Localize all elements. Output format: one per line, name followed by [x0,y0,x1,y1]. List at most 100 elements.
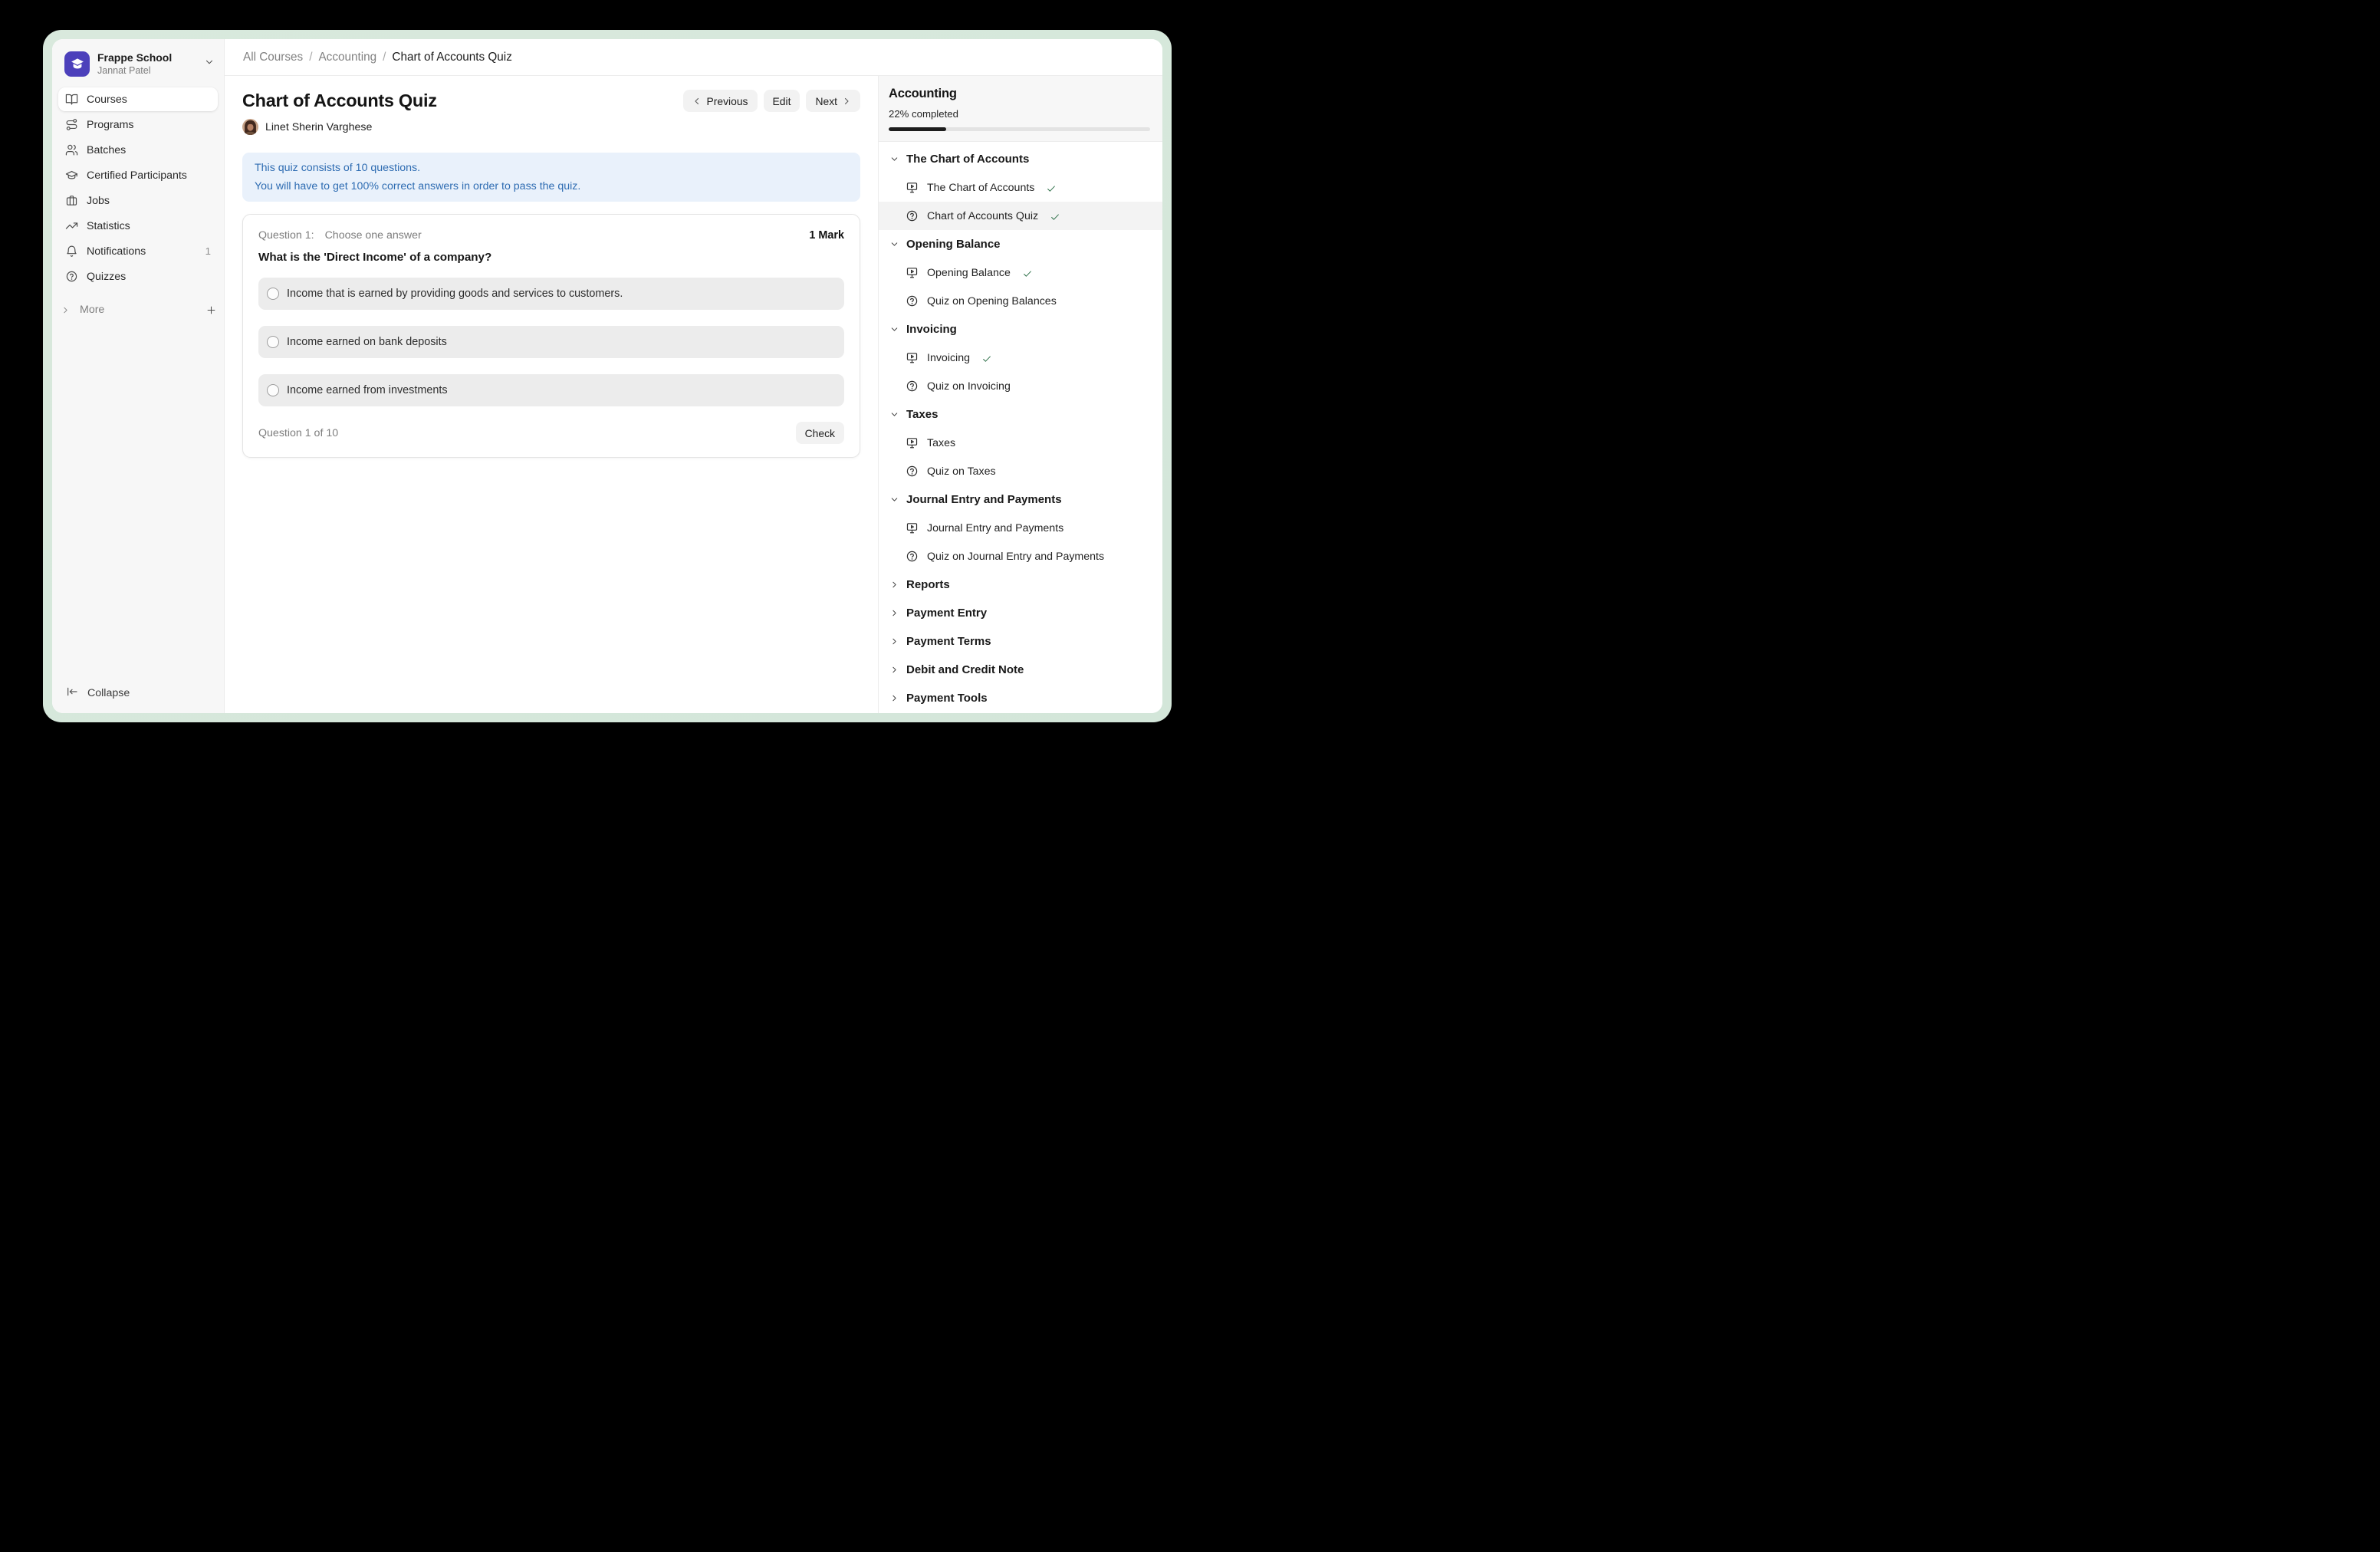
video-lesson-icon [906,181,919,194]
workspace-labels: Frappe School Jannat Patel [97,51,196,77]
frappe-school-app: Frappe School Jannat Patel CoursesProgra… [52,39,1162,713]
sidebar-item-notifications[interactable]: Notifications 1 [58,239,218,263]
chapter-title: Taxes [906,408,938,421]
sidebar-item-batches[interactable]: Batches [58,138,218,162]
outline-lesson-invoicing[interactable]: Invoicing [879,344,1162,372]
options-list: Income that is earned by providing goods… [258,278,844,406]
outline-lesson-taxes[interactable]: Taxes [879,429,1162,457]
sidebar-item-label: Statistics [87,220,130,232]
lesson-title: Chart of Accounts Quiz [927,210,1038,222]
answer-option-2[interactable]: Income earned on bank deposits [258,326,844,358]
radio-button[interactable] [267,384,279,396]
edit-button[interactable]: Edit [764,90,800,112]
outline-chapter-the-chart-of-accounts[interactable]: The Chart of Accounts [879,145,1162,173]
sidebar-item-statistics[interactable]: Statistics [58,214,218,238]
outline-chapter-payment-entry[interactable]: Payment Entry [879,599,1162,627]
author-name: Linet Sherin Varghese [265,121,372,133]
answer-option-1[interactable]: Income that is earned by providing goods… [258,278,844,310]
chevron-left-icon [692,97,702,106]
course-title: Accounting [889,87,1150,101]
add-item-button[interactable] [205,304,217,316]
lesson-title: Quiz on Taxes [927,465,996,478]
breadcrumb-separator: / [383,51,386,64]
content-row: Chart of Accounts Quiz Previous Edit [225,76,1162,713]
outline-lesson-the-chart-of-accounts[interactable]: The Chart of Accounts [879,173,1162,202]
sidebar-item-quizzes[interactable]: Quizzes [58,265,218,288]
chapter-title: Payment Terms [906,635,991,648]
answer-option-3[interactable]: Income earned from investments [258,374,844,406]
course-progress-bar [889,127,1150,131]
breadcrumb-separator: / [309,51,312,64]
graduation-cap-logo-icon [70,56,85,71]
sidebar-item-label: Batches [87,144,126,156]
quiz-icon [906,294,919,307]
completed-check-icon [1050,212,1060,222]
breadcrumb-accounting[interactable]: Accounting [318,51,376,64]
notification-count-badge: 1 [205,245,211,257]
outline-lesson-journal-entry-and-payments[interactable]: Journal Entry and Payments [879,514,1162,542]
quiz-icon [906,380,919,393]
help-circle-icon [65,270,78,283]
outline-chapter-debit-and-credit-note[interactable]: Debit and Credit Note [879,656,1162,684]
question-number-label: Question 1: [258,229,314,242]
course-progress-fill [889,127,946,131]
outline-lesson-quiz-on-journal-entry-and-payments[interactable]: Quiz on Journal Entry and Payments [879,542,1162,570]
next-button[interactable]: Next [806,90,860,112]
completed-check-icon [1046,183,1057,194]
outline-lesson-quiz-on-opening-balances[interactable]: Quiz on Opening Balances [879,287,1162,315]
sidebar-spacer [52,321,224,675]
lesson-title: Quiz on Journal Entry and Payments [927,551,1104,563]
quiz-icon [906,465,919,478]
outline-chapter-payment-tools[interactable]: Payment Tools [879,684,1162,712]
course-panel-header: Accounting 22% completed [879,76,1162,142]
sidebar-item-courses[interactable]: Courses [58,87,218,111]
question-footer: Question 1 of 10 Check [258,422,844,444]
outline-lesson-chart-of-accounts-quiz[interactable]: Chart of Accounts Quiz [879,202,1162,230]
outline-chapter-reports[interactable]: Reports [879,570,1162,599]
collapse-sidebar-button[interactable]: Collapse [52,675,224,713]
sidebar-item-label: Certified Participants [87,169,187,182]
sidebar-item-label: Quizzes [87,271,126,283]
question-header: Question 1: Choose one answer 1 Mark [258,229,844,242]
chevron-down-icon [889,324,899,334]
radio-button[interactable] [267,288,279,300]
video-lesson-icon [906,266,919,279]
chapter-title: Payment Entry [906,607,987,620]
workspace-switcher[interactable]: Frappe School Jannat Patel [52,39,224,77]
outline-chapter-invoicing[interactable]: Invoicing [879,315,1162,344]
check-button[interactable]: Check [796,422,844,444]
outline-chapter-taxes[interactable]: Taxes [879,400,1162,429]
outline-lesson-quiz-on-invoicing[interactable]: Quiz on Invoicing [879,372,1162,400]
user-name: Jannat Patel [97,64,196,77]
route-icon [65,118,78,131]
outline-chapter-payment-terms[interactable]: Payment Terms [879,627,1162,656]
breadcrumb: All Courses/Accounting/Chart of Accounts… [225,39,1162,76]
sidebar-item-certified-participants[interactable]: Certified Participants [58,163,218,187]
chevron-right-icon [889,580,899,590]
quiz-icon [906,209,919,222]
bell-icon [65,245,78,258]
completed-check-icon [981,353,992,364]
sidebar-item-jobs[interactable]: Jobs [58,189,218,212]
quiz-icon [906,550,919,563]
sidebar-item-more[interactable]: More [52,298,224,321]
question-text: What is the 'Direct Income' of a company… [258,251,844,264]
frappe-school-logo [64,51,90,77]
sidebar-item-programs[interactable]: Programs [58,113,218,136]
chevron-right-icon [889,665,899,675]
chevron-right-icon [889,608,899,618]
video-lesson-icon [906,521,919,534]
outline-lesson-opening-balance[interactable]: Opening Balance [879,258,1162,287]
sidebar-item-label: Jobs [87,195,110,207]
outline-lesson-quiz-on-taxes[interactable]: Quiz on Taxes [879,457,1162,485]
radio-button[interactable] [267,336,279,348]
breadcrumb-all-courses[interactable]: All Courses [243,51,303,64]
previous-button[interactable]: Previous [683,90,757,112]
chevron-down-icon [889,495,899,505]
outline-chapter-journal-entry-and-payments[interactable]: Journal Entry and Payments [879,485,1162,514]
chapter-title: Debit and Credit Note [906,663,1024,676]
sidebar-item-label: Notifications [87,245,146,258]
course-outline: The Chart of AccountsThe Chart of Accoun… [879,142,1162,713]
main-content: Chart of Accounts Quiz Previous Edit [225,76,878,713]
outline-chapter-opening-balance[interactable]: Opening Balance [879,230,1162,258]
